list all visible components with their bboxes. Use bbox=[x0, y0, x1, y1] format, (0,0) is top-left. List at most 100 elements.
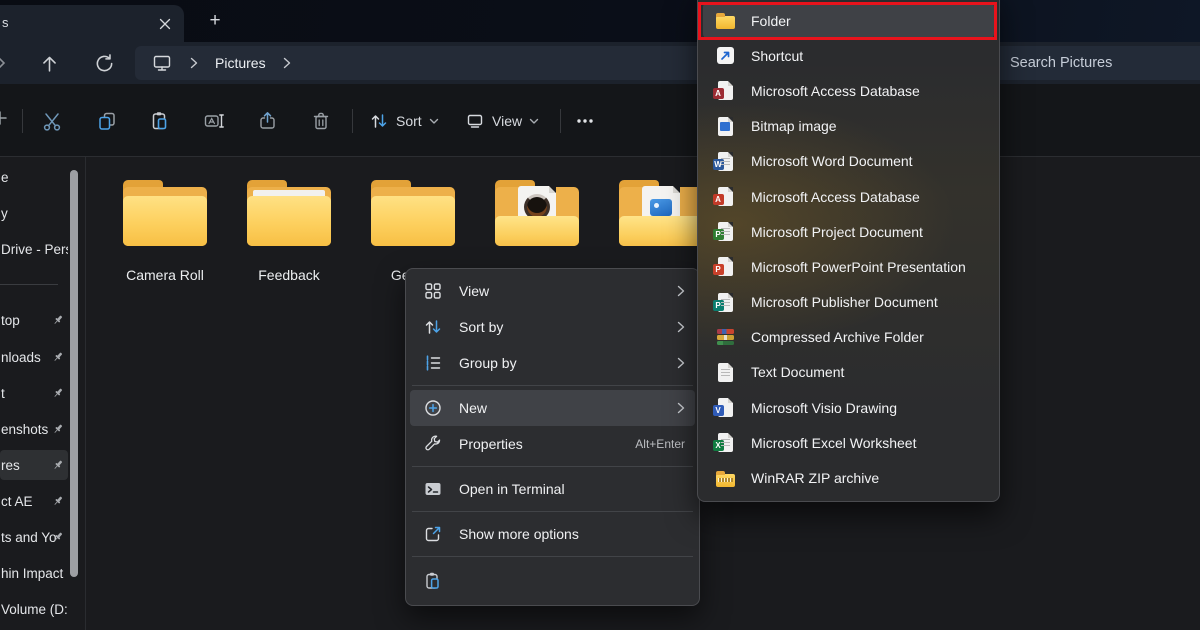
sort-dropdown[interactable]: Sort bbox=[365, 106, 443, 136]
submenu-item-winrar-zip-archive[interactable]: WinRAR ZIP archive bbox=[703, 460, 994, 495]
submenu-item-excel-worksheet[interactable]: X Microsoft Excel Worksheet bbox=[703, 425, 994, 460]
sidebar-item-home[interactable]: e bbox=[0, 162, 68, 192]
pin-icon bbox=[52, 495, 64, 507]
new-submenu: Folder Shortcut A Microsoft Access Datab… bbox=[697, 0, 1000, 502]
folder-name: Feedback bbox=[241, 267, 337, 283]
refresh-button[interactable] bbox=[92, 51, 116, 75]
folder-with-images[interactable] bbox=[613, 180, 709, 267]
sidebar-item-new-volume-d[interactable]: Volume (D: bbox=[0, 594, 68, 624]
chevron-right-icon bbox=[677, 321, 685, 333]
submenu-item-text-document[interactable]: Text Document bbox=[703, 355, 994, 390]
shortcut-icon bbox=[714, 47, 736, 64]
submenu-item-label: Microsoft Word Document bbox=[751, 153, 913, 169]
sidebar-item-documents[interactable]: t bbox=[0, 378, 68, 408]
submenu-item-project-document[interactable]: P Microsoft Project Document bbox=[703, 214, 994, 249]
folder-camera-roll[interactable]: Camera Roll bbox=[117, 180, 213, 283]
cut-button[interactable] bbox=[39, 108, 65, 134]
new-tab-button[interactable]: + bbox=[202, 8, 228, 34]
menu-item-sort-by[interactable]: Sort by bbox=[410, 309, 695, 345]
menu-item-open-in-terminal[interactable]: Open in Terminal bbox=[410, 471, 695, 507]
menu-item-paste[interactable] bbox=[410, 561, 695, 601]
group-by-list-icon bbox=[422, 353, 444, 373]
submenu-item-publisher-document[interactable]: P Microsoft Publisher Document bbox=[703, 285, 994, 320]
chevron-right-icon bbox=[677, 357, 685, 369]
submenu-item-access-database-2[interactable]: A Microsoft Access Database bbox=[703, 179, 994, 214]
submenu-item-bitmap-image[interactable]: Bitmap image bbox=[703, 109, 994, 144]
more-options-button[interactable] bbox=[572, 108, 598, 134]
sidebar-item-project-ae[interactable]: ct AE bbox=[0, 486, 68, 516]
chevron-right-icon bbox=[677, 285, 685, 297]
sidebar-item-pictures[interactable]: res bbox=[0, 450, 68, 480]
trash-icon bbox=[310, 110, 332, 132]
breadcrumb-pictures[interactable]: Pictures bbox=[215, 55, 266, 71]
menu-item-new[interactable]: New bbox=[410, 390, 695, 426]
submenu-item-compressed-archive[interactable]: Compressed Archive Folder bbox=[703, 320, 994, 355]
sidebar-item-label: nloads bbox=[1, 350, 41, 365]
submenu-item-access-database[interactable]: A Microsoft Access Database bbox=[703, 73, 994, 108]
sidebar-item-label: ts and Yo bbox=[1, 530, 57, 545]
delete-button[interactable] bbox=[308, 108, 334, 134]
clipboard-paste-icon bbox=[422, 571, 444, 591]
up-button[interactable] bbox=[37, 51, 61, 75]
paste-button[interactable] bbox=[147, 108, 173, 134]
submenu-item-label: Microsoft PowerPoint Presentation bbox=[751, 259, 966, 275]
sidebar-item-screenshots[interactable]: enshots bbox=[0, 414, 68, 444]
menu-item-view[interactable]: View bbox=[410, 273, 695, 309]
submenu-item-label: Microsoft Access Database bbox=[751, 83, 920, 99]
bitmap-file-icon bbox=[714, 117, 736, 136]
sidebar-scrollbar[interactable] bbox=[70, 170, 78, 577]
submenu-item-folder[interactable]: Folder bbox=[703, 3, 994, 38]
terminal-icon bbox=[422, 479, 444, 499]
view-dropdown[interactable]: View bbox=[461, 106, 543, 136]
menu-item-group-by[interactable]: Group by bbox=[410, 345, 695, 381]
explorer-tab-pictures[interactable]: s bbox=[0, 5, 184, 42]
menu-item-properties[interactable]: Properties Alt+Enter bbox=[410, 426, 695, 462]
folder-name: Camera Roll bbox=[117, 267, 213, 283]
sidebar-item-desktop[interactable]: top bbox=[0, 305, 68, 335]
submenu-item-label: Microsoft Access Database bbox=[751, 189, 920, 205]
sidebar-item-ts-and-yo[interactable]: ts and Yo bbox=[0, 522, 68, 552]
submenu-item-label: Microsoft Visio Drawing bbox=[751, 400, 897, 416]
sort-label: Sort bbox=[396, 113, 422, 129]
copy-button[interactable] bbox=[94, 108, 120, 134]
sidebar-item-label: e bbox=[1, 170, 9, 185]
chevron-down-icon bbox=[529, 118, 539, 125]
submenu-item-powerpoint-presentation[interactable]: P Microsoft PowerPoint Presentation bbox=[703, 249, 994, 284]
breadcrumb-chevron-icon bbox=[283, 57, 291, 69]
tab-close-button[interactable] bbox=[154, 13, 176, 35]
sidebar-item-label: Drive - Perso bbox=[1, 242, 68, 257]
search-input[interactable]: Search Pictures bbox=[985, 46, 1200, 80]
rename-button[interactable] bbox=[201, 108, 227, 134]
navigation-pane: e y Drive - Perso top nloads t enshots r… bbox=[0, 157, 86, 630]
scissors-icon bbox=[41, 110, 63, 132]
sidebar-item-label: t bbox=[1, 386, 5, 401]
submenu-item-visio-drawing[interactable]: V Microsoft Visio Drawing bbox=[703, 390, 994, 425]
pin-icon bbox=[52, 387, 64, 399]
plus-icon: + bbox=[209, 10, 220, 32]
submenu-item-shortcut[interactable]: Shortcut bbox=[703, 38, 994, 73]
menu-item-show-more-options[interactable]: Show more options bbox=[410, 516, 695, 552]
tab-title-fragment: s bbox=[2, 15, 9, 30]
submenu-item-word-document[interactable]: W Microsoft Word Document bbox=[703, 144, 994, 179]
menu-item-label: Group by bbox=[459, 355, 662, 371]
winrar-archive-icon bbox=[714, 329, 736, 345]
folder-with-photos[interactable] bbox=[489, 180, 585, 267]
folder-feedback[interactable]: Feedback bbox=[241, 180, 337, 283]
command-toolbar: Sort View bbox=[0, 84, 1200, 157]
sidebar-item-onedrive[interactable]: Drive - Perso bbox=[0, 234, 68, 264]
new-button-fragment bbox=[0, 109, 9, 127]
sidebar-item-gallery[interactable]: y bbox=[0, 198, 68, 228]
pin-icon bbox=[52, 351, 64, 363]
folder-icon bbox=[117, 180, 213, 250]
pin-icon bbox=[52, 531, 64, 543]
sidebar-item-downloads[interactable]: nloads bbox=[0, 342, 68, 372]
folder-icon bbox=[241, 180, 337, 250]
context-menu: View Sort by Group by New Properties Alt… bbox=[405, 268, 700, 606]
share-button[interactable] bbox=[254, 108, 280, 134]
submenu-item-label: Bitmap image bbox=[751, 118, 837, 134]
open-folder-icon bbox=[489, 180, 585, 250]
submenu-item-label: Microsoft Publisher Document bbox=[751, 294, 938, 310]
access-file-icon: A bbox=[714, 187, 736, 206]
plus-circle-icon bbox=[422, 398, 444, 418]
sidebar-item-genshin-impact[interactable]: hin Impact bbox=[0, 558, 68, 588]
